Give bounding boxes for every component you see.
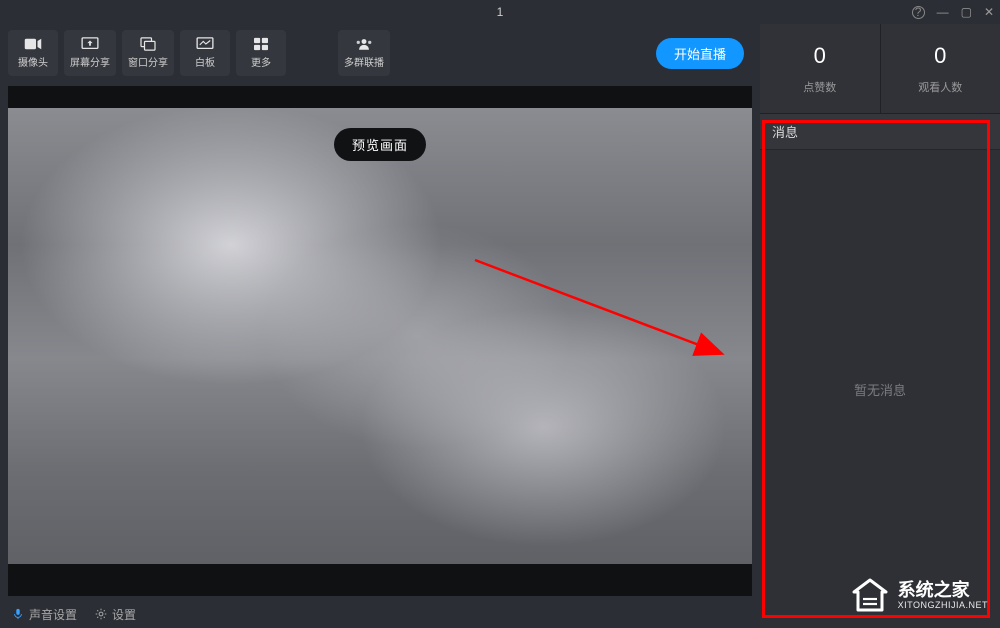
start-live-button[interactable]: 开始直播 — [656, 38, 744, 69]
gear-icon — [95, 608, 107, 620]
more-icon — [252, 37, 270, 51]
messages-title: 消息 — [772, 122, 798, 141]
sound-settings-button[interactable]: 声音设置 — [12, 606, 77, 623]
screen-share-icon — [81, 37, 99, 51]
stat-viewers: 0 观看人数 — [880, 24, 1000, 113]
likes-label: 点赞数 — [803, 79, 836, 95]
close-button[interactable]: ✕ — [984, 5, 994, 19]
video-area: 预览画面 — [8, 86, 752, 596]
screen-share-label: 屏幕分享 — [70, 54, 110, 69]
left-panel: 摄像头 屏幕分享 窗口分享 白板 更多 多群联播 — [0, 24, 760, 628]
more-button[interactable]: 更多 — [236, 30, 286, 76]
viewers-label: 观看人数 — [918, 79, 962, 95]
toolbar: 摄像头 屏幕分享 窗口分享 白板 更多 多群联播 — [0, 24, 760, 82]
multi-group-label: 多群联播 — [344, 54, 384, 69]
settings-label: 设置 — [112, 606, 136, 623]
settings-button[interactable]: 设置 — [95, 606, 136, 623]
window-title: 1 — [497, 5, 504, 19]
multi-group-icon — [355, 37, 373, 51]
stats-panel: 0 点赞数 0 观看人数 — [760, 24, 1000, 114]
video-preview: 预览画面 — [8, 108, 752, 564]
window-share-button[interactable]: 窗口分享 — [122, 30, 174, 76]
screen-share-button[interactable]: 屏幕分享 — [64, 30, 116, 76]
whiteboard-button[interactable]: 白板 — [180, 30, 230, 76]
preview-badge: 预览画面 — [334, 128, 426, 161]
messages-header: 消息 — [760, 114, 1000, 150]
bottom-bar: 声音设置 设置 — [0, 600, 760, 628]
camera-button[interactable]: 摄像头 — [8, 30, 58, 76]
main-layout: 摄像头 屏幕分享 窗口分享 白板 更多 多群联播 — [0, 24, 1000, 628]
likes-count: 0 — [814, 43, 826, 69]
window-controls: ? — ▢ ✕ — [912, 0, 994, 24]
multi-group-button[interactable]: 多群联播 — [338, 30, 390, 76]
messages-body: 暂无消息 — [760, 150, 1000, 628]
camera-label: 摄像头 — [18, 54, 48, 69]
mic-icon — [12, 608, 24, 620]
help-icon[interactable]: ? — [912, 6, 925, 19]
right-panel: 0 点赞数 0 观看人数 消息 暂无消息 — [760, 24, 1000, 628]
minimize-button[interactable]: — — [937, 5, 949, 19]
letterbox-top — [8, 86, 752, 108]
sound-settings-label: 声音设置 — [29, 606, 77, 623]
window-share-label: 窗口分享 — [128, 54, 168, 69]
titlebar: 1 ? — ▢ ✕ — [0, 0, 1000, 24]
messages-empty: 暂无消息 — [854, 380, 906, 399]
whiteboard-icon — [196, 37, 214, 51]
viewers-count: 0 — [934, 43, 946, 69]
window-share-icon — [139, 37, 157, 51]
whiteboard-label: 白板 — [195, 54, 215, 69]
camera-icon — [24, 37, 42, 51]
stat-likes: 0 点赞数 — [760, 24, 880, 113]
maximize-button[interactable]: ▢ — [961, 5, 972, 19]
more-label: 更多 — [251, 54, 271, 69]
letterbox-bottom — [8, 564, 752, 596]
